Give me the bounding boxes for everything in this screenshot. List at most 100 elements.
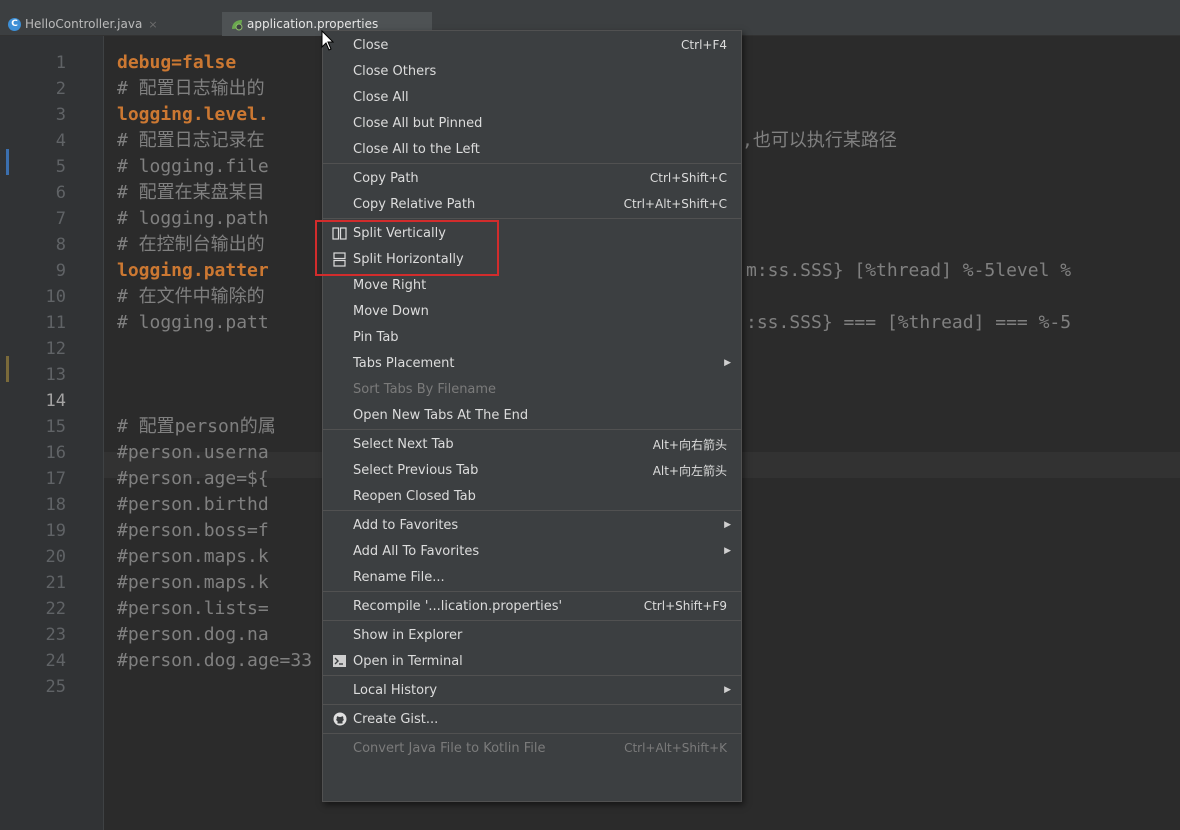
menu-item-label: Tabs Placement	[353, 355, 455, 371]
line-number: 7	[55, 209, 66, 229]
menu-item-label: Copy Relative Path	[353, 196, 476, 212]
line-number: 24	[45, 651, 66, 671]
menu-item-close[interactable]: Close Ctrl+F4	[323, 32, 741, 58]
code-text-overflow: ,也可以执行某路径	[742, 130, 897, 151]
menu-item-label: Rename File...	[353, 569, 445, 585]
code-text: #person.dog.na	[117, 624, 269, 645]
menu-item-close-all-to-the-left[interactable]: Close All to the Left	[323, 136, 741, 162]
menu-item-tabs-placement[interactable]: Tabs Placement ▶	[323, 350, 741, 376]
menu-item-open-in-terminal[interactable]: Open in Terminal	[323, 648, 741, 674]
menu-separator	[323, 733, 741, 734]
menu-item-move-down[interactable]: Move Down	[323, 298, 741, 324]
line-number: 21	[45, 573, 66, 593]
ide-window: C HelloController.java × application.pro…	[0, 0, 1180, 830]
line-number: 9	[55, 261, 66, 281]
menu-item-shortcut: Ctrl+F4	[681, 38, 727, 52]
menu-item-label: Recompile '...lication.properties'	[353, 598, 563, 614]
line-number: 12	[45, 339, 66, 359]
menu-item-recompile-lication-properties[interactable]: Recompile '...lication.properties' Ctrl+S…	[323, 593, 741, 619]
submenu-arrow-icon: ▶	[724, 685, 731, 695]
code-text: logging.level.	[117, 104, 269, 125]
menu-item-close-all-but-pinned[interactable]: Close All but Pinned	[323, 110, 741, 136]
menu-item-create-gist[interactable]: Create Gist...	[323, 706, 741, 732]
line-number: 15	[45, 417, 66, 437]
line-number: 18	[45, 495, 66, 515]
menu-item-convert-java-file-to-kotlin-file: Convert Java File to Kotlin File Ctrl+Alt…	[323, 735, 741, 761]
menu-item-reopen-closed-tab[interactable]: Reopen Closed Tab	[323, 483, 741, 509]
menu-separator	[323, 704, 741, 705]
menu-item-shortcut: Ctrl+Shift+C	[649, 171, 727, 185]
code-text: #person.boss=f	[117, 520, 269, 541]
line-number: 8	[55, 235, 66, 255]
close-icon[interactable]: ×	[148, 18, 157, 31]
menu-item-label: Copy Path	[353, 170, 419, 186]
code-text: # 配置日志记录在	[117, 130, 265, 151]
menu-item-split-vertically[interactable]: Split Vertically	[323, 220, 741, 246]
menu-item-select-next-tab[interactable]: Select Next Tab Alt+向右箭头	[323, 431, 741, 457]
menu-item-move-right[interactable]: Move Right	[323, 272, 741, 298]
menu-item-label: Sort Tabs By Filename	[353, 381, 497, 397]
terminal-icon	[332, 654, 347, 669]
code-text: logging.patter	[117, 260, 269, 281]
line-number: 23	[45, 625, 66, 645]
line-number: 25	[45, 677, 66, 697]
code-text: # 配置在某盘某目	[117, 182, 265, 203]
line-number: 16	[45, 443, 66, 463]
menu-item-label: Local History	[353, 682, 438, 698]
line-number: 3	[55, 105, 66, 125]
menu-item-copy-relative-path[interactable]: Copy Relative Path Ctrl+Alt+Shift+C	[323, 191, 741, 217]
menu-item-select-previous-tab[interactable]: Select Previous Tab Alt+向左箭头	[323, 457, 741, 483]
code-text: #person.age=${	[117, 468, 269, 489]
code-text: #person.lists=	[117, 598, 269, 619]
menu-item-add-all-to-favorites[interactable]: Add All To Favorites ▶	[323, 538, 741, 564]
menu-item-label: Convert Java File to Kotlin File	[353, 740, 546, 756]
menu-item-show-in-explorer[interactable]: Show in Explorer	[323, 622, 741, 648]
tab-label: application.properties	[247, 17, 379, 31]
spring-leaf-icon	[230, 18, 243, 31]
code-text: #person.birthd	[117, 494, 269, 515]
menu-item-label: Select Previous Tab	[353, 462, 479, 478]
menu-item-shortcut: Ctrl+Alt+Shift+C	[623, 197, 727, 211]
menu-item-label: Reopen Closed Tab	[353, 488, 476, 504]
menu-item-rename-file[interactable]: Rename File...	[323, 564, 741, 590]
menu-item-local-history[interactable]: Local History ▶	[323, 677, 741, 703]
code-text-overflow: m:ss.SSS} [%thread] %-5level %	[746, 260, 1072, 281]
menu-item-label: Open New Tabs At The End	[353, 407, 529, 423]
menu-item-split-horizontally[interactable]: Split Horizontally	[323, 246, 741, 272]
line-number: 19	[45, 521, 66, 541]
menu-item-label: Move Right	[353, 277, 427, 293]
menu-item-label: Open in Terminal	[353, 653, 463, 669]
menu-item-shortcut: Alt+向左箭头	[652, 463, 727, 478]
line-number: 5	[55, 157, 66, 177]
github-icon	[332, 712, 347, 727]
split-vertically-icon	[332, 226, 347, 241]
code-text: #person.dog.age=33	[117, 650, 313, 671]
menu-separator	[323, 510, 741, 511]
code-text: # logging.file	[117, 156, 269, 177]
menu-item-open-new-tabs-at-the-end[interactable]: Open New Tabs At The End	[323, 402, 741, 428]
menu-separator	[323, 675, 741, 676]
line-number: 17	[45, 469, 66, 489]
code-text: #person.maps.k	[117, 572, 269, 593]
menu-item-label: Show in Explorer	[353, 627, 463, 643]
menu-item-copy-path[interactable]: Copy Path Ctrl+Shift+C	[323, 165, 741, 191]
code-text: # 配置person的属	[117, 416, 276, 437]
line-number: 11	[45, 313, 66, 333]
menu-item-add-to-favorites[interactable]: Add to Favorites ▶	[323, 512, 741, 538]
menu-item-label: Split Vertically	[353, 225, 446, 241]
line-number: 14	[45, 391, 66, 411]
tab-hello-controller[interactable]: C HelloController.java ×	[0, 12, 222, 36]
menu-item-label: Close	[353, 37, 389, 53]
menu-item-label: Create Gist...	[353, 711, 439, 727]
menu-item-close-all[interactable]: Close All	[323, 84, 741, 110]
code-text: # logging.path	[117, 208, 269, 229]
line-number: 13	[45, 365, 66, 385]
menu-item-label: Add All To Favorites	[353, 543, 480, 559]
menu-item-close-others[interactable]: Close Others	[323, 58, 741, 84]
menu-item-shortcut: Alt+向右箭头	[652, 437, 727, 452]
split-horizontally-icon	[332, 251, 347, 267]
code-text: # logging.patt	[117, 312, 269, 333]
menu-item-label: Move Down	[353, 303, 429, 319]
menu-item-pin-tab[interactable]: Pin Tab	[323, 324, 741, 350]
menu-item-label: Split Horizontally	[353, 251, 464, 267]
